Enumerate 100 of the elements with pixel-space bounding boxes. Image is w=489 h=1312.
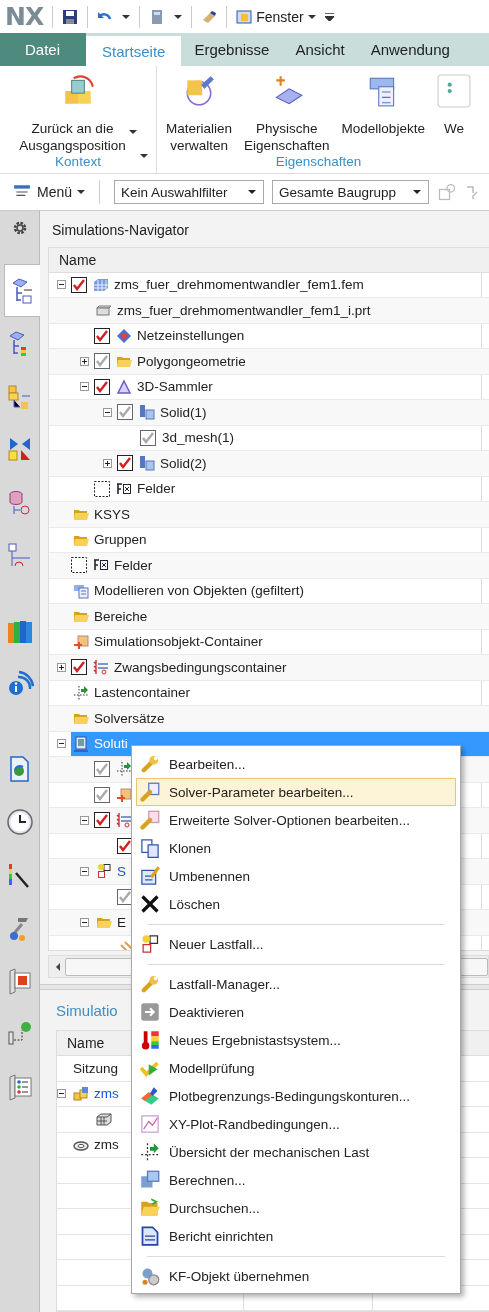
scope-dropdown[interactable]: Gesamte Baugrupp: [272, 180, 430, 204]
checkbox[interactable]: [140, 429, 156, 446]
expand-toggle[interactable]: [103, 407, 112, 417]
expand-toggle[interactable]: [80, 356, 89, 366]
selection-filter-dropdown[interactable]: Kein Auswahlfilter: [114, 180, 265, 204]
save-icon: [62, 8, 79, 25]
checkbox[interactable]: [117, 455, 133, 472]
tree-item[interactable]: 3d_mesh(1): [160, 425, 238, 450]
tree-item[interactable]: Lastencontainer: [71, 680, 194, 705]
color-plot-icon: [140, 1086, 160, 1106]
tree-item[interactable]: E: [94, 910, 129, 935]
menu-item[interactable]: Löschen: [136, 890, 456, 918]
tree-item[interactable]: zms_fuer_drehmomentwandler_fem1.fem: [91, 272, 367, 297]
more-icon: [436, 74, 471, 108]
expand-toggle[interactable]: [57, 1089, 66, 1099]
checkbox[interactable]: [71, 276, 87, 293]
subcase-icon: [140, 934, 160, 954]
tree-item[interactable]: Solid(1): [137, 400, 210, 425]
table-icon: [73, 582, 89, 599]
expand-toggle[interactable]: [57, 662, 66, 672]
ribbon-button[interactable]: Physische Eigenschaften: [239, 72, 335, 154]
tree-item[interactable]: zms: [71, 1132, 122, 1157]
checkbox[interactable]: [94, 812, 110, 829]
menu-item[interactable]: Umbenennen: [136, 862, 456, 890]
file-tab[interactable]: Datei: [0, 33, 87, 66]
checkbox[interactable]: [94, 327, 110, 344]
checkbox[interactable]: [94, 378, 110, 395]
checkbox[interactable]: [117, 404, 133, 421]
ribbon-tab[interactable]: Ergebnisse: [181, 33, 283, 66]
grid-icon: [96, 1111, 112, 1128]
checkbox[interactable]: [94, 761, 110, 778]
tree-item[interactable]: Netzeinstellungen: [114, 323, 248, 348]
solution-icon: [73, 735, 89, 752]
caret-icon: [122, 14, 131, 19]
menu-item[interactable]: Neues Ergebnistastsystem...: [136, 1026, 456, 1054]
tree-item[interactable]: Modellieren von Objekten (gefiltert): [71, 578, 308, 603]
checkbox[interactable]: [71, 557, 87, 574]
menu-item[interactable]: Plotbegrenzungs-Bedingungskonturen...: [136, 1082, 456, 1110]
menu-item[interactable]: Erweiterte Solver-Optionen bearbeiten...: [136, 806, 456, 834]
expand-toggle[interactable]: [103, 458, 112, 468]
expand-toggle[interactable]: [57, 739, 66, 749]
caret-icon: [413, 190, 422, 194]
tree-item[interactable]: Solid(2): [137, 451, 210, 476]
menu-item[interactable]: Deaktivieren: [136, 998, 456, 1026]
menu-item[interactable]: Modellprüfung: [136, 1054, 456, 1082]
tree-item[interactable]: Sitzung: [71, 1056, 122, 1081]
app-logo: NX: [5, 2, 44, 31]
menu-item[interactable]: Neuer Lastfall...: [136, 930, 456, 958]
tree-item[interactable]: 3D-Sammler: [114, 374, 216, 399]
checkbox[interactable]: [94, 786, 110, 803]
menu-button[interactable]: Menü: [12, 183, 86, 201]
expand-toggle[interactable]: [80, 382, 89, 392]
thermometer-icon: [140, 1030, 160, 1050]
tree-item[interactable]: Gruppen: [71, 527, 150, 552]
caret-icon: [140, 154, 148, 158]
ribbon-tab[interactable]: Ansicht: [282, 33, 358, 66]
sidebar-tab[interactable]: [4, 264, 40, 317]
checkbox[interactable]: [71, 659, 87, 676]
tree-item[interactable]: Simulationsobjekt-Container: [71, 629, 266, 654]
window-menu[interactable]: Fenster: [236, 8, 316, 25]
checkbox[interactable]: [94, 480, 110, 497]
constraint-icon: [93, 659, 109, 676]
edit-document-icon: [140, 866, 160, 886]
expand-toggle[interactable]: [80, 815, 89, 825]
ribbon-tab[interactable]: Startseite: [86, 36, 182, 66]
menu-item[interactable]: Berechnen...: [136, 1166, 456, 1194]
tree-item[interactable]: KSYS: [71, 502, 134, 527]
tree-item[interactable]: Felder: [114, 476, 179, 501]
tree-item[interactable]: Felder: [91, 553, 156, 578]
ribbon-button[interactable]: Modellobjekte: [336, 72, 430, 154]
expand-toggle[interactable]: [80, 866, 89, 876]
ribbon-button[interactable]: We: [431, 72, 476, 154]
menu-item[interactable]: Solver-Parameter bearbeiten...: [136, 778, 456, 806]
caret-icon: [174, 14, 183, 19]
menu-item[interactable]: Durchsuchen...: [136, 1194, 456, 1222]
field-icon: [116, 480, 132, 497]
caret-icon: [77, 190, 86, 194]
tree-item[interactable]: Bereiche: [71, 604, 151, 629]
ribbon-button[interactable]: Zurück an die Ausgangsposition: [14, 72, 142, 154]
tree-item[interactable]: zms: [71, 1081, 122, 1106]
menu-item[interactable]: Übersicht der mechanischen Last: [136, 1138, 456, 1166]
clock-icon: [5, 807, 34, 836]
expand-toggle[interactable]: [57, 280, 66, 290]
menu-item[interactable]: Lastfall-Manager...: [136, 970, 456, 998]
menu-item[interactable]: XY-Plot-Randbedingungen...: [136, 1110, 456, 1138]
menu-item[interactable]: KF-Objekt übernehmen: [136, 1262, 456, 1290]
solid-icon: [139, 404, 155, 421]
expand-toggle[interactable]: [80, 917, 89, 927]
menu-item[interactable]: Bericht einrichten: [136, 1222, 456, 1250]
column-header[interactable]: Name: [49, 247, 489, 273]
caret-icon: [307, 14, 316, 19]
tree-item[interactable]: S: [94, 859, 129, 884]
checkbox[interactable]: [94, 353, 110, 370]
ribbon-tab[interactable]: Anwendung: [357, 33, 463, 66]
block-icon: [96, 302, 112, 319]
ribbon-button[interactable]: Materialien verwalten: [161, 72, 238, 154]
load-icon: [116, 761, 132, 778]
menu-item[interactable]: Klonen: [136, 834, 456, 862]
triangle-icon: [116, 378, 132, 395]
customize-icon: [324, 12, 334, 21]
